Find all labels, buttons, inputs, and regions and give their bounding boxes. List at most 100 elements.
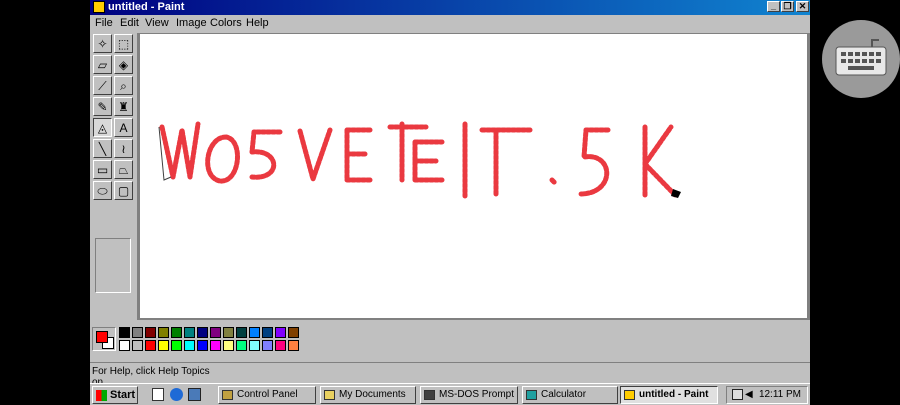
free-select-icon: ✧ [97, 36, 108, 51]
color-swatch[interactable] [184, 327, 195, 338]
color-swatch[interactable] [210, 340, 221, 351]
network-icon[interactable] [732, 389, 743, 400]
color-swatch[interactable] [145, 340, 156, 351]
menu-image[interactable]: Image [176, 17, 207, 29]
pencil-tool[interactable]: ✎ [93, 97, 112, 116]
taskbar-button-calculator[interactable]: Calculator [522, 386, 618, 404]
airbrush-tool[interactable]: ◬ [93, 118, 112, 137]
minimize-button[interactable]: _ [767, 1, 780, 12]
color-swatch[interactable] [249, 340, 260, 351]
taskbar-button-my-documents[interactable]: My Documents [320, 386, 416, 404]
internet-explorer-icon[interactable] [170, 388, 183, 401]
app-icon [424, 390, 435, 400]
fill-tool[interactable]: ◈ [114, 55, 133, 74]
color-swatch[interactable] [119, 327, 130, 338]
maximize-button[interactable]: ❐ [781, 1, 794, 12]
rectangle-tool[interactable]: ▭ [93, 160, 112, 179]
foreground-color-swatch [96, 331, 108, 343]
rounded-rect-tool[interactable]: ▢ [114, 181, 133, 200]
color-swatch[interactable] [223, 327, 234, 338]
taskbar-button-ms-dos-prompt[interactable]: MS-DOS Prompt [420, 386, 518, 404]
outlook-express-icon[interactable] [188, 388, 201, 401]
color-swatch[interactable] [171, 340, 182, 351]
volume-icon[interactable]: ◀ [745, 389, 753, 400]
start-button[interactable]: Start [92, 386, 138, 404]
close-button[interactable]: ✕ [796, 1, 809, 12]
curve-tool[interactable]: ≀ [114, 139, 133, 158]
taskbar: Start ◀ 12:11 PM Control Panel My Documen… [90, 383, 810, 405]
rect-select-tool[interactable]: ⬚ [114, 34, 133, 53]
color-swatch[interactable] [158, 327, 169, 338]
taskbar-button-label: Calculator [541, 389, 587, 400]
desktop-screen: untitled - Paint _ ❐ ✕ File Edit View Im… [90, 0, 810, 405]
eraser-tool[interactable]: ▱ [93, 55, 112, 74]
polygon-icon: ⏢ [118, 162, 129, 177]
brush-tool[interactable]: ♜ [114, 97, 133, 116]
start-label: Start [110, 389, 136, 401]
taskbar-button-untitled-paint[interactable]: untitled - Paint [620, 386, 718, 404]
ellipse-tool[interactable]: ⬭ [93, 181, 112, 200]
ellipse-icon: ⬭ [97, 183, 108, 198]
color-swatch[interactable] [132, 340, 143, 351]
pick-color-tool[interactable]: ⟋ [93, 76, 112, 95]
airbrush-icon: ◬ [97, 120, 108, 135]
text-icon: A [119, 120, 128, 135]
color-swatch[interactable] [275, 327, 286, 338]
menu-file[interactable]: File [95, 17, 113, 29]
menu-view[interactable]: View [145, 17, 169, 29]
taskbar-button-control-panel[interactable]: Control Panel [218, 386, 316, 404]
color-swatch[interactable] [158, 340, 169, 351]
window-titlebar[interactable]: untitled - Paint _ ❐ ✕ [90, 0, 810, 15]
color-swatch[interactable] [145, 327, 156, 338]
pick-color-icon: ⟋ [98, 78, 107, 93]
color-swatch[interactable] [236, 327, 247, 338]
tool-options-box[interactable] [95, 238, 131, 293]
fill-icon: ◈ [118, 57, 129, 72]
current-colors[interactable] [92, 327, 116, 351]
color-swatch[interactable] [197, 327, 208, 338]
app-icon [526, 390, 537, 400]
rectangle-icon: ▭ [96, 162, 109, 177]
menu-help[interactable]: Help [246, 17, 269, 29]
show-desktop-icon[interactable] [152, 388, 164, 401]
color-swatch[interactable] [223, 340, 234, 351]
keyboard-toggle-button[interactable] [822, 20, 900, 98]
canvas-area [137, 33, 810, 320]
magnifier-tool[interactable]: ⌕ [114, 76, 133, 95]
drawing-strokes [158, 121, 681, 199]
eraser-icon: ▱ [97, 57, 108, 72]
color-swatch[interactable] [171, 327, 182, 338]
color-swatch[interactable] [288, 327, 299, 338]
polygon-tool[interactable]: ⏢ [114, 160, 133, 179]
color-swatch[interactable] [197, 340, 208, 351]
color-swatch[interactable] [132, 327, 143, 338]
free-select-tool[interactable]: ✧ [93, 34, 112, 53]
clock[interactable]: 12:11 PM [759, 389, 801, 400]
color-swatch[interactable] [184, 340, 195, 351]
color-swatch[interactable] [210, 327, 221, 338]
system-tray: ◀ 12:11 PM [726, 386, 808, 404]
drawing-canvas[interactable] [140, 34, 807, 318]
color-swatch[interactable] [262, 340, 273, 351]
line-tool[interactable]: ╲ [93, 139, 112, 158]
color-swatch[interactable] [288, 340, 299, 351]
color-swatch[interactable] [262, 327, 273, 338]
taskbar-button-label: Control Panel [237, 389, 298, 400]
brush-icon: ♜ [118, 99, 129, 114]
menu-colors[interactable]: Colors [210, 17, 242, 29]
color-swatch[interactable] [249, 327, 260, 338]
taskbar-button-label: MS-DOS Prompt [439, 389, 515, 400]
color-swatch[interactable] [236, 340, 247, 351]
app-icon [624, 390, 635, 400]
menu-bar: File Edit View Image Colors Help [90, 15, 810, 32]
app-icon [222, 390, 233, 400]
color-swatch[interactable] [119, 340, 130, 351]
text-tool[interactable]: A [114, 118, 133, 137]
paint-app-icon[interactable] [93, 1, 105, 13]
windows-logo-icon [96, 390, 107, 401]
magnifier-icon: ⌕ [120, 78, 127, 93]
status-text: For Help, click Help Topics on... [92, 366, 210, 388]
color-swatch[interactable] [275, 340, 286, 351]
rect-select-icon: ⬚ [117, 36, 130, 51]
menu-edit[interactable]: Edit [120, 17, 139, 29]
